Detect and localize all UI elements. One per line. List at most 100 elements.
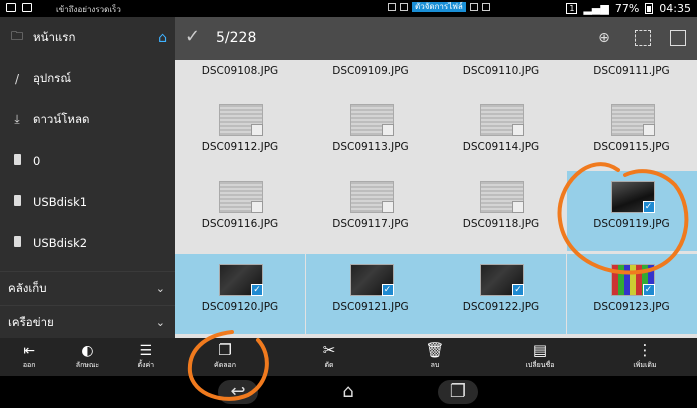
file-checkbox[interactable] bbox=[381, 124, 394, 136]
more-button[interactable]: ⋮ เพิ่มเติม bbox=[615, 342, 675, 371]
battery-icon bbox=[645, 3, 654, 14]
theme-label: ลักษณะ bbox=[75, 360, 100, 369]
clock: 04:35 bbox=[659, 2, 691, 15]
gallery-notification-icon bbox=[22, 3, 32, 12]
file-thumbnail bbox=[219, 104, 263, 136]
sidebar-item-home[interactable]: 🗀 หน้าแรก ⌂ bbox=[0, 17, 175, 58]
drive-icon bbox=[13, 153, 21, 165]
sidebar-item-usbdisk1[interactable]: USBdisk1 bbox=[0, 181, 175, 222]
file-checkbox[interactable]: ✓ bbox=[251, 284, 263, 296]
sidebar-item-downloads[interactable]: ⤓ ดาวน์โหลด bbox=[0, 99, 175, 140]
more-icon: ⋮ bbox=[637, 341, 653, 359]
theme-button[interactable]: ◐ ลักษณะ bbox=[58, 338, 116, 376]
file-tile[interactable]: ✓ DSC09121.JPG bbox=[305, 254, 436, 334]
delete-button[interactable]: 🗑 ลบ bbox=[405, 342, 465, 371]
globe-search-icon[interactable]: ⊕ bbox=[596, 30, 612, 46]
file-checkbox[interactable] bbox=[381, 201, 394, 213]
section-label: เครือข่าย bbox=[8, 314, 54, 329]
selection-toolbar: ✓ 5/228 ⊕ bbox=[175, 17, 697, 60]
sidebar-item-usbdisk2[interactable]: USBdisk2 bbox=[0, 222, 175, 263]
file-name: DSC09116.JPG bbox=[201, 218, 279, 230]
file-tile[interactable]: ✓ DSC09122.JPG bbox=[436, 254, 566, 334]
file-tile[interactable]: DSC09117.JPG bbox=[306, 171, 436, 251]
file-tile[interactable]: DSC09115.JPG bbox=[567, 94, 697, 169]
file-name: DSC09122.JPG bbox=[462, 301, 540, 313]
folder-icon: 🗀 bbox=[10, 29, 23, 43]
file-tile[interactable]: DSC09108.JPG bbox=[175, 60, 305, 81]
navigation-bar: ↩ ⌂ ❐ bbox=[0, 376, 697, 408]
file-tile[interactable]: DSC09109.JPG bbox=[306, 60, 436, 81]
file-thumbnail: ✓ bbox=[480, 264, 524, 296]
sidebar: 🗀 หน้าแรก ⌂ / อุปกรณ์ ⤓ ดาวน์โหลด 0 USBd… bbox=[0, 17, 175, 338]
back-icon[interactable]: ↩ bbox=[218, 380, 258, 404]
trash-icon: 🗑 bbox=[425, 341, 445, 359]
file-checkbox[interactable] bbox=[512, 201, 524, 213]
copy-label: คัดลอก bbox=[214, 361, 236, 369]
exit-label: ออก bbox=[22, 360, 36, 369]
exit-button[interactable]: ⇤ ออก bbox=[0, 338, 58, 376]
file-tile[interactable]: ✓ DSC09119.JPG bbox=[566, 171, 697, 251]
file-tile[interactable]: DSC09118.JPG bbox=[436, 171, 566, 251]
signal-icon: ▂▄▆ bbox=[583, 2, 609, 15]
chevron-down-icon: ⌄ bbox=[155, 282, 165, 295]
scissors-icon: ✂ bbox=[322, 341, 336, 359]
section-label: คลังเก็บ bbox=[8, 280, 47, 295]
file-tile[interactable]: DSC09113.JPG bbox=[306, 94, 436, 169]
file-thumbnail bbox=[349, 181, 394, 213]
home-icon[interactable]: ⌂ bbox=[158, 30, 167, 46]
file-tile[interactable]: DSC09111.JPG bbox=[567, 60, 697, 81]
file-checkbox[interactable] bbox=[642, 124, 655, 136]
settings-button[interactable]: ☰ ตั้งค่า bbox=[117, 338, 175, 376]
sidebar-bottom-bar: ⇤ ออก ◐ ลักษณะ ☰ ตั้งค่า bbox=[0, 338, 175, 376]
file-name: DSC09118.JPG bbox=[462, 218, 540, 230]
sidebar-item-device[interactable]: / อุปกรณ์ bbox=[0, 58, 175, 99]
file-tile[interactable]: ✓ DSC09120.JPG bbox=[175, 254, 305, 334]
sidebar-item-label: อุปกรณ์ bbox=[33, 70, 72, 85]
done-check-icon[interactable]: ✓ bbox=[185, 26, 200, 47]
file-checkbox[interactable]: ✓ bbox=[642, 284, 655, 296]
file-thumbnail: ✓ bbox=[349, 264, 394, 296]
select-all-icon[interactable] bbox=[670, 30, 686, 46]
rename-button[interactable]: ▤ เปลี่ยนชื่อ bbox=[510, 342, 570, 371]
app-pill: ตัวจัดการไฟล์ bbox=[412, 2, 466, 12]
sidebar-section-network[interactable]: เครือข่าย ⌄ bbox=[0, 305, 175, 339]
drive-icon bbox=[13, 235, 21, 247]
file-checkbox[interactable] bbox=[251, 124, 263, 136]
file-thumbnail bbox=[349, 104, 394, 136]
rename-label: เปลี่ยนชื่อ bbox=[525, 361, 555, 369]
selection-count: 5/228 bbox=[216, 30, 257, 46]
sidebar-section-storage[interactable]: คลังเก็บ ⌄ bbox=[0, 271, 175, 305]
exit-icon: ⇤ bbox=[23, 342, 36, 359]
home-nav-icon[interactable]: ⌂ bbox=[328, 380, 368, 404]
file-tile[interactable]: DSC09110.JPG bbox=[436, 60, 566, 81]
cut-label: ตัด bbox=[324, 361, 334, 369]
file-name: DSC09112.JPG bbox=[201, 141, 279, 153]
file-name: DSC09115.JPG bbox=[593, 141, 670, 153]
recent-apps-icon[interactable]: ❐ bbox=[438, 380, 478, 404]
file-thumbnail: ✓ bbox=[219, 264, 263, 296]
file-name: DSC09121.JPG bbox=[332, 301, 409, 313]
file-thumbnail bbox=[610, 104, 655, 136]
settings-icon: ☰ bbox=[139, 342, 153, 359]
cut-button[interactable]: ✂ ตัด bbox=[299, 342, 359, 371]
file-tile[interactable]: ✓ DSC09123.JPG bbox=[566, 254, 697, 334]
file-tile[interactable]: DSC09114.JPG bbox=[436, 94, 566, 169]
sidebar-item-storage-0[interactable]: 0 bbox=[0, 140, 175, 181]
usb-status-icon bbox=[469, 3, 478, 11]
file-checkbox[interactable]: ✓ bbox=[512, 284, 524, 296]
file-name: DSC09108.JPG bbox=[201, 65, 279, 77]
file-checkbox[interactable] bbox=[251, 201, 263, 213]
file-checkbox[interactable] bbox=[512, 124, 524, 136]
file-tile[interactable]: DSC09116.JPG bbox=[175, 171, 305, 251]
sidebar-item-label: USBdisk2 bbox=[33, 235, 88, 250]
file-checkbox[interactable]: ✓ bbox=[381, 284, 394, 296]
file-thumbnail: ✓ bbox=[610, 181, 655, 213]
sidebar-item-label: USBdisk1 bbox=[33, 194, 88, 209]
file-tile[interactable]: DSC09112.JPG bbox=[175, 94, 305, 169]
file-checkbox[interactable]: ✓ bbox=[642, 201, 655, 213]
deselect-all-icon[interactable] bbox=[635, 30, 651, 46]
copy-button[interactable]: ❐ คัดลอก bbox=[195, 342, 255, 371]
file-name: DSC09120.JPG bbox=[201, 301, 279, 313]
battery-percent: 77% bbox=[614, 2, 640, 15]
file-thumbnail bbox=[480, 181, 524, 213]
